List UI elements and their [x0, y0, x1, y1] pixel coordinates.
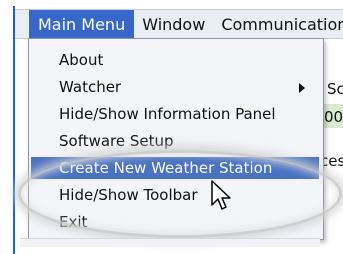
menu-item-software-setup[interactable]: Software Setup — [29, 130, 319, 152]
menu-item-hide-show-information-panel[interactable]: Hide/Show Information Panel — [29, 103, 319, 125]
menu-item-label: Exit — [59, 213, 88, 231]
window-left-edge — [13, 6, 15, 254]
background-text-fragment: Sc — [327, 80, 343, 98]
menu-communications[interactable]: Communications — [213, 10, 343, 38]
menu-item-label: Hide/Show Information Panel — [59, 105, 276, 123]
mouse-pointer-icon — [211, 180, 231, 210]
menu-item-label: Software Setup — [59, 132, 174, 150]
menu-window[interactable]: Window — [134, 10, 213, 38]
menu-bar: Main Menu Window Communications — [13, 6, 343, 254]
main-menu-dropdown: About Watcher Hide/Show Information Pane… — [28, 38, 324, 240]
status-bar — [20, 238, 320, 247]
menu-item-label: Create New Weather Station — [59, 159, 273, 177]
menu-item-label: About — [59, 51, 104, 69]
menu-item-about[interactable]: About — [29, 49, 319, 71]
submenu-arrow-icon — [299, 83, 305, 93]
menu-item-label: Watcher — [59, 78, 122, 96]
menu-item-label: Hide/Show Toolbar — [59, 186, 198, 204]
menu-item-exit[interactable]: Exit — [29, 211, 319, 233]
menu-item-hide-show-toolbar[interactable]: Hide/Show Toolbar — [29, 184, 319, 206]
menu-item-watcher[interactable]: Watcher — [29, 76, 319, 98]
background-text-fragment: 00 — [324, 108, 343, 126]
menu-main[interactable]: Main Menu — [29, 10, 135, 38]
menu-item-create-new-weather-station[interactable]: Create New Weather Station — [31, 157, 319, 179]
